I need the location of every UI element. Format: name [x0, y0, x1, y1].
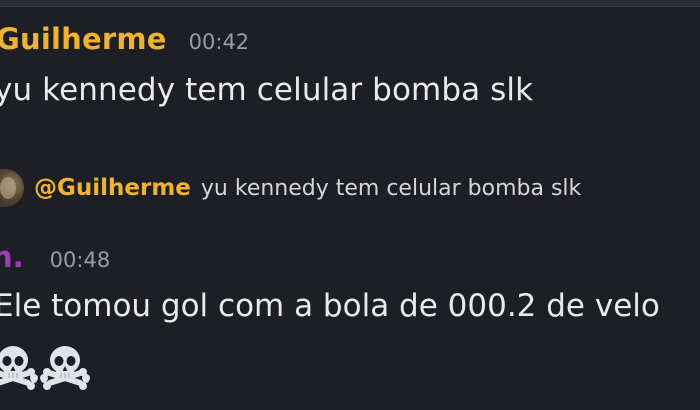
message-timestamp[interactable]: 00:48 — [50, 248, 111, 272]
reply-preview[interactable]: yu kennedy tem celular bomba slk — [201, 176, 581, 201]
message-text: yu kennedy tem celular bomba slk — [0, 72, 534, 108]
skull-crossbones-icon[interactable] — [0, 342, 38, 390]
avatar[interactable] — [0, 169, 24, 207]
author-name[interactable]: Guilherme — [0, 22, 167, 56]
author-name[interactable]: h. — [0, 240, 24, 274]
skull-crossbones-icon[interactable] — [40, 342, 90, 390]
message-header: Guilherme 00:42 — [0, 22, 249, 58]
message-header: h. 00:48 — [0, 240, 110, 276]
reply-mention[interactable]: @Guilherme — [34, 175, 191, 201]
message-timestamp[interactable]: 00:42 — [189, 30, 250, 54]
emoji-row — [0, 340, 92, 392]
top-divider — [0, 0, 700, 7]
message-text: Ele tomou gol com a bola de 000.2 de vel… — [0, 288, 660, 324]
chat-message-list: Guilherme 00:42 yu kennedy tem celular b… — [0, 0, 700, 410]
reply-reference[interactable]: @Guilherme yu kennedy tem celular bomba … — [0, 168, 581, 208]
